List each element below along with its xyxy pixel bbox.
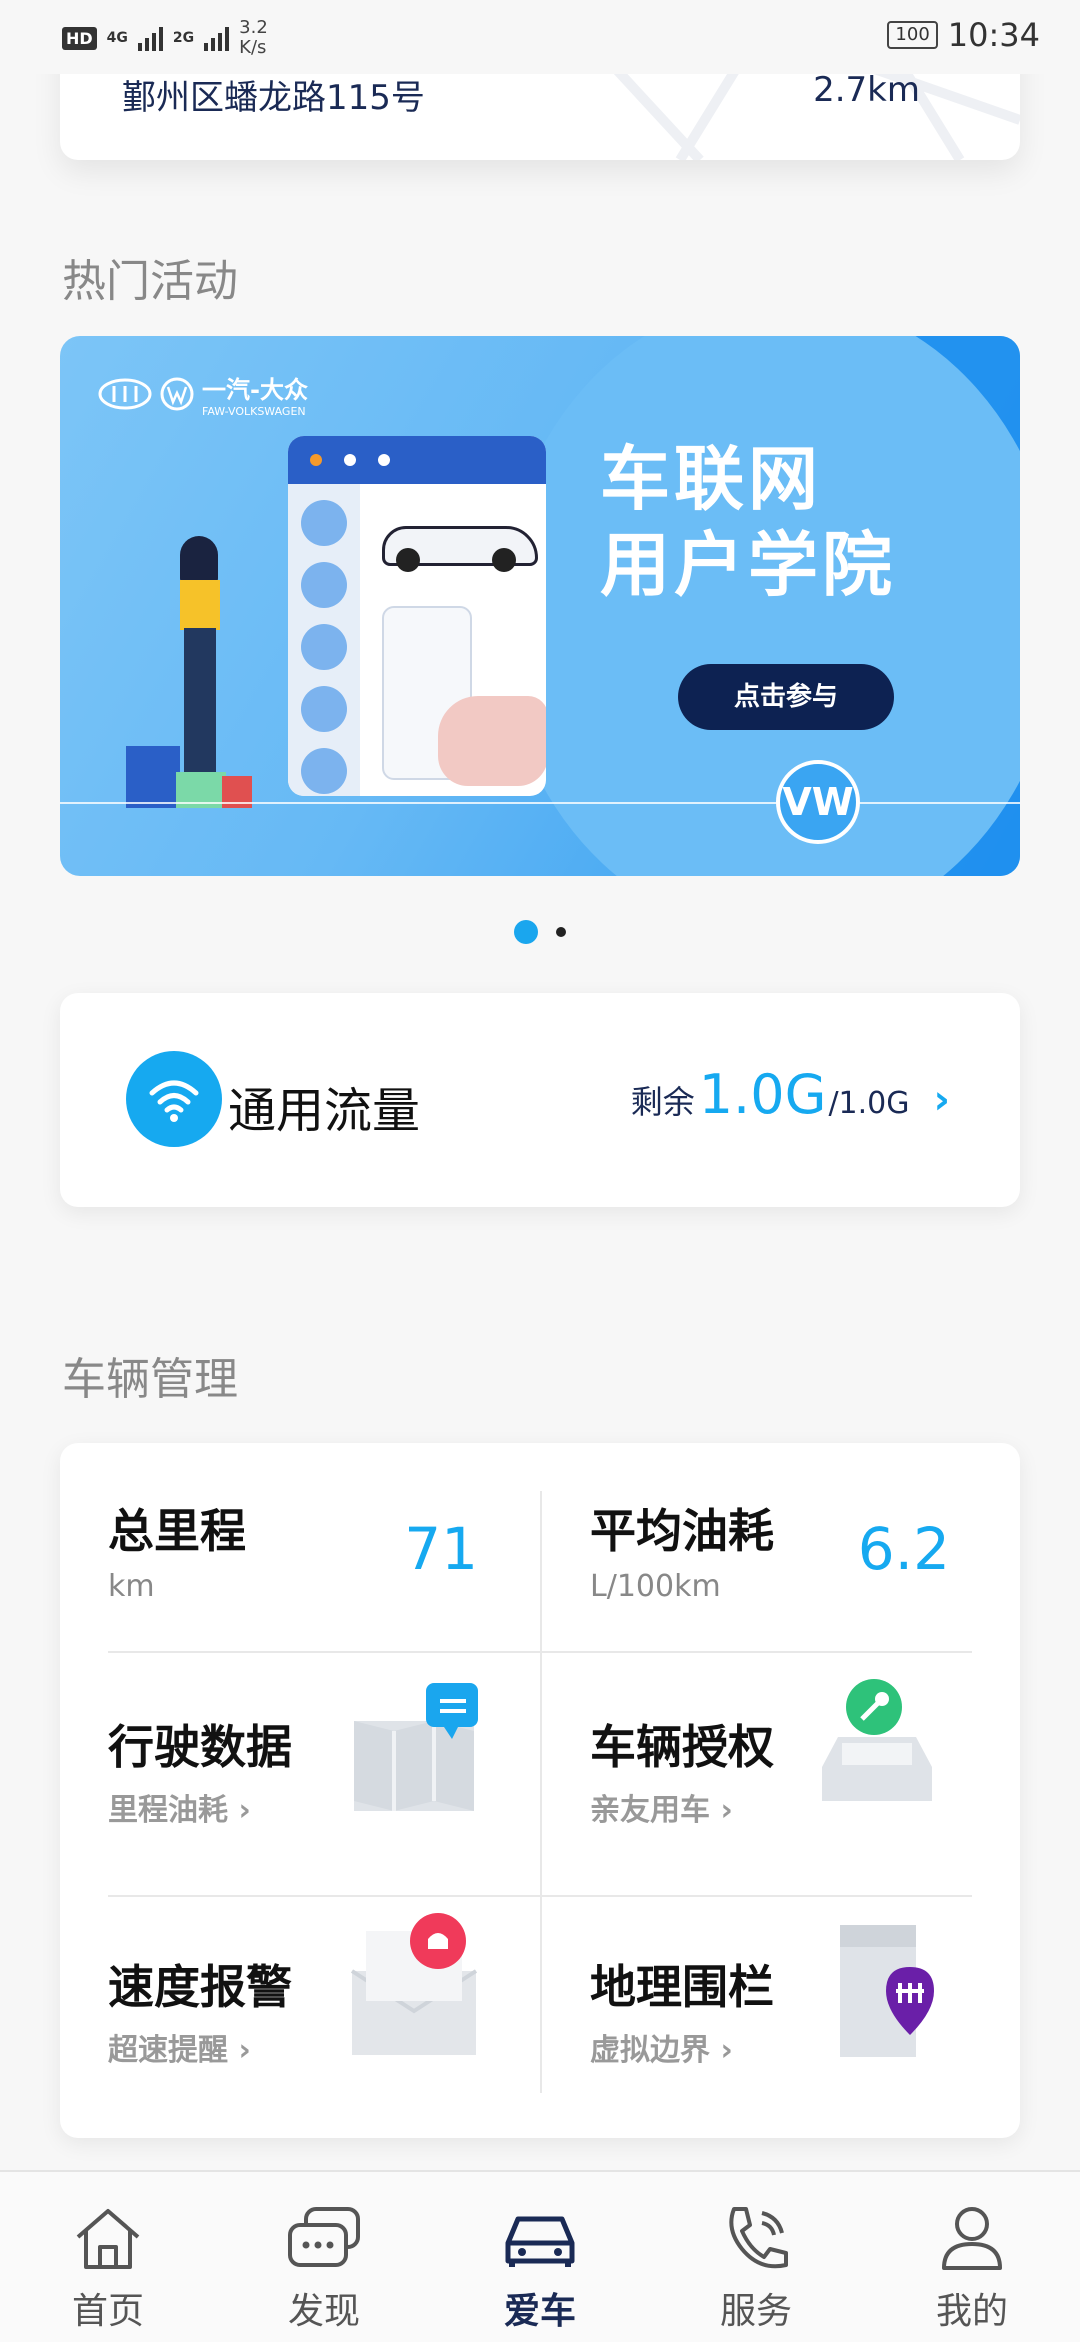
remain-label: 剩余 [630,1083,695,1121]
hot-activities-title: 热门活动 [62,256,238,307]
avg-fuel-cell[interactable]: 平均油耗 L/100km 6.2 [590,1495,990,1645]
nav-me-label: 我的 [935,2291,1008,2332]
banner-pagination [0,920,1080,944]
data-remaining: 剩余 1.0G /1.0G › [631,1063,950,1126]
vehicle-management-title: 车辆管理 [62,1354,238,1405]
network-4g-label: 4G [106,30,128,46]
total-mileage-value: 71 [404,1515,478,1583]
nav-service-label: 服务 [719,2291,792,2332]
grid-divider-2 [108,1895,972,1897]
activity-banner[interactable]: 一汽-大众 FAW-VOLKSWAGEN 车联网 用户学院 点击参与 VW [60,336,1020,876]
faw-vw-logo: 一汽-大众 FAW-VOLKSWAGEN [98,370,308,418]
clock: 10:34 [947,16,1040,54]
headline-line-1: 车联网 [600,438,822,520]
brand-en: FAW-VOLKSWAGEN [202,405,306,418]
signal-icon [137,25,163,51]
car-key-icon [822,1679,932,1801]
data-plan-card[interactable]: 通用流量 剩余 1.0G /1.0G › [60,993,1020,1207]
vehicle-authorization-cell[interactable]: 车辆授权 亲友用车 › [590,1679,990,1871]
car-illustration-icon [376,500,538,572]
nav-car-label: 爱车 [503,2291,576,2332]
vw-logo-icon: VW [776,760,860,844]
person-icon [942,2207,1002,2270]
phone-icon [729,2207,788,2269]
woman-illustration [180,536,220,806]
nav-home-label: 首页 [71,2291,144,2332]
nav-home[interactable]: 首页 [38,2200,178,2334]
nav-me[interactable]: 我的 [902,2200,1042,2334]
envelope-alarm-icon [350,1913,478,2055]
map-chat-icon [354,1683,478,1811]
brand-cn: 一汽-大众 [202,376,308,404]
status-bar: HD 4G 2G 3.2 K/s 100 10:34 [0,0,1080,74]
dealer-distance: 2.7km [813,70,920,110]
remain-value: 1.0G [698,1063,827,1126]
chat-icon [288,2207,360,2267]
speed-value: 3.2 [239,17,268,38]
join-button[interactable]: 点击参与 [678,664,894,730]
nav-discover[interactable]: 发现 [254,2200,394,2334]
speed-unit: K/s [239,37,267,58]
hd-indicator: HD [62,26,97,50]
geofence-cell[interactable]: 地理围栏 虚拟边界 › [590,1925,990,2111]
nav-service[interactable]: 服务 [686,2200,826,2334]
faw-emblem-icon [98,378,152,410]
headline-line-2: 用户学院 [600,524,896,606]
vw-emblem-icon [160,377,194,411]
grid-divider-1 [108,1651,972,1653]
hand-illustration [438,696,546,786]
data-plan-label: 通用流量 [228,1083,421,1139]
network-speed: 3.2 K/s [239,18,268,58]
bottom-navigation: 首页 发现 爱车 服务 我的 [0,2170,1080,2342]
nav-car[interactable]: 爱车 [470,2200,610,2334]
battery-icon: 100 [887,21,938,49]
remain-total: /1.0G [828,1086,910,1121]
page-dot-1[interactable] [514,920,539,944]
page-dot-2[interactable] [555,927,566,937]
drive-data-cell[interactable]: 行驶数据 里程油耗 › [108,1683,528,1871]
grid-divider-vertical [540,1491,542,2093]
phone-illustration [288,436,546,796]
chevron-right-icon[interactable]: › [934,1077,950,1123]
avg-fuel-value: 6.2 [857,1515,950,1583]
speed-alarm-cell[interactable]: 速度报警 超速提醒 › [108,1913,528,2111]
location-pin-building-icon [840,1925,934,2057]
banner-headline: 车联网 用户学院 [600,436,896,608]
vehicle-management-grid: 总里程 km 71 平均油耗 L/100km 6.2 行驶数据 里程油耗 › 车… [60,1443,1020,2138]
total-mileage-cell[interactable]: 总里程 km 71 [108,1495,528,1645]
nav-discover-label: 发现 [287,2291,360,2332]
wifi-icon [126,1051,222,1147]
home-icon [76,2209,140,2269]
signal-icon-2 [204,25,230,51]
car-icon [505,2216,575,2267]
trash-bin-illustration [126,746,180,808]
dealer-address: 鄞州区蟠龙路115号 [122,78,425,118]
banner-divider [60,802,1020,804]
network-2g-label: 2G [172,30,195,46]
